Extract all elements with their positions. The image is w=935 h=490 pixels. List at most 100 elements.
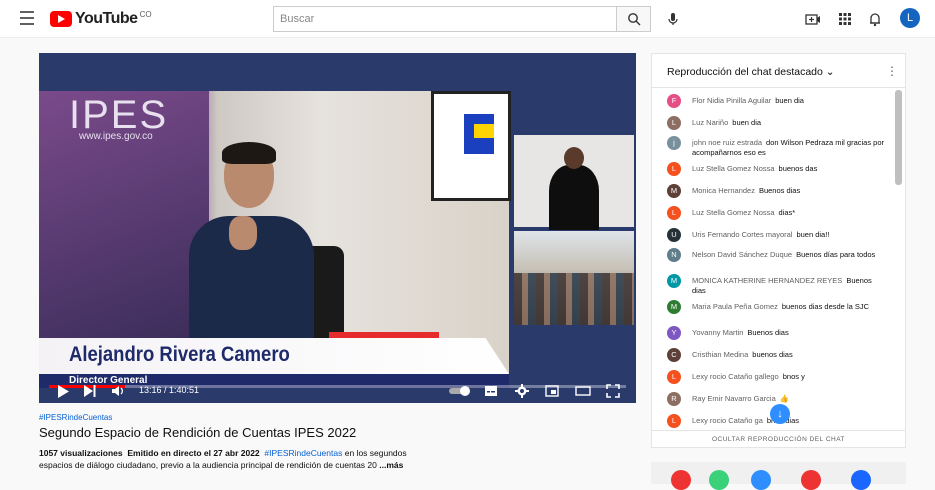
hide-chat-replay-button[interactable]: OCULTAR REPRODUCCIÓN DEL CHAT <box>652 430 905 448</box>
mic-icon <box>668 13 678 25</box>
notifications-button[interactable] <box>866 10 884 28</box>
video-description[interactable]: 1057 visualizaciones Emitido en directo … <box>39 447 419 471</box>
gear-icon <box>515 384 529 398</box>
thumb-shape <box>751 470 771 490</box>
chat-message-text: Buenos dias <box>747 328 789 337</box>
chat-mode-dropdown[interactable]: Reproducción del chat destacado ⌄ <box>667 66 835 78</box>
audience-view <box>514 231 634 325</box>
description-text-2: espacios de diálogo ciudadano, previo a … <box>39 460 377 470</box>
chat-author-name[interactable]: Monica Hernandez <box>692 186 755 195</box>
description-hashtag[interactable]: #IPESRindeCuentas <box>264 448 342 458</box>
next-icon <box>84 385 96 397</box>
chat-author-name[interactable]: Nelson David Sánchez Duque <box>692 250 792 259</box>
chat-message-text: buen dia <box>732 118 762 127</box>
avatar[interactable]: j <box>667 136 681 150</box>
chat-message-text: bnos y <box>782 372 805 381</box>
chat-message-body: Monica Hernandez Buenos dias <box>692 186 887 196</box>
autoplay-toggle[interactable] <box>449 385 473 399</box>
top-bar: YouTube CO Buscar L <box>0 0 935 38</box>
chat-author-name[interactable]: Uris Fernando Cortes mayoral <box>692 230 792 239</box>
account-avatar[interactable]: L <box>900 8 920 28</box>
chat-message-text: buenos das <box>778 164 818 173</box>
chat-author-name[interactable]: Luz Stella Gomez Nossa <box>692 164 775 173</box>
chat-more-options-icon[interactable]: ⋮ <box>886 64 898 78</box>
avatar[interactable]: M <box>667 274 681 288</box>
recommended-video-thumbnail[interactable] <box>651 462 906 490</box>
chat-message-text: buenos dias <box>752 350 793 359</box>
video-hashtag[interactable]: #IPESRindeCuentas <box>39 413 112 422</box>
thumb-shape <box>801 470 821 490</box>
play-button[interactable] <box>57 385 69 400</box>
lower-third-accent <box>329 332 439 338</box>
miniplayer-button[interactable] <box>545 384 559 400</box>
chat-message-body: MONICA KATHERINE HERNANDEZ REYES Buenos d… <box>692 276 887 296</box>
tv-monitor <box>431 91 511 201</box>
chat-title: Reproducción del chat destacado <box>667 66 823 78</box>
chat-author-name[interactable]: Maria Paula Peña Gomez <box>692 302 778 311</box>
chevron-down-icon: ⌄ <box>825 66 835 78</box>
chat-author-name[interactable]: Luz Stella Gomez Nossa <box>692 208 775 217</box>
arrow-down-icon: ↓ <box>777 408 783 420</box>
settings-button[interactable] <box>515 384 529 400</box>
chat-message-text: dias* <box>778 208 796 217</box>
player-controls: 13:16 / 1:40:51 <box>39 377 636 403</box>
miniplayer-icon <box>545 385 559 397</box>
play-logo-icon <box>50 11 72 27</box>
chat-message-body: Lexy rocio Cataño gallego bnos y <box>692 372 887 382</box>
chat-author-name[interactable]: Luz Nariño <box>692 118 728 127</box>
avatar[interactable]: L <box>667 370 681 384</box>
fullscreen-button[interactable] <box>606 384 620 400</box>
chat-author-name[interactable]: Flor Nidia Pinilla Aguilar <box>692 96 771 105</box>
chat-message-body: Uris Fernando Cortes mayoral buen dia!! <box>692 230 887 240</box>
chat-message-list[interactable]: F Flor Nidia Pinilla Aguilar buen dia L Luz … <box>652 90 892 428</box>
avatar[interactable]: M <box>667 184 681 198</box>
apps-button[interactable] <box>836 10 854 28</box>
scroll-to-bottom-button[interactable]: ↓ <box>770 404 790 424</box>
chat-author-name[interactable]: Lexy rocio Cataño ga <box>692 416 763 425</box>
search-input[interactable]: Buscar <box>273 6 617 32</box>
chat-message-body: Luz Stella Gomez Nossa buenos das <box>692 164 887 174</box>
chat-author-name[interactable]: Yovanny Martin <box>692 328 743 337</box>
chat-message-text: 👍 <box>779 394 790 403</box>
chat-message-body: Nelson David Sánchez Duque Buenos días pa… <box>692 250 887 260</box>
live-chat-replay: Reproducción del chat destacado ⌄ ⋮ F Flo… <box>651 53 906 448</box>
search-button[interactable] <box>616 6 651 32</box>
chat-message-body: Lexy rocio Cataño gabnos dias <box>692 416 887 426</box>
video-player[interactable]: IPES www.ipes.gov.co Alejandro Rivera Ca… <box>39 53 636 403</box>
chat-author-name[interactable]: john noe ruiz estrada <box>692 138 762 147</box>
avatar[interactable]: R <box>667 392 681 406</box>
avatar[interactable]: L <box>667 116 681 130</box>
show-more-link[interactable]: ...más <box>379 460 403 470</box>
avatar[interactable]: M <box>667 300 681 314</box>
thumb-shape <box>851 470 871 490</box>
chat-message-body: Flor Nidia Pinilla Aguilar buen dia <box>692 96 887 106</box>
chat-author-name[interactable]: MONICA KATHERINE HERNANDEZ REYES <box>692 276 842 285</box>
mic-button[interactable] <box>663 9 683 29</box>
avatar[interactable]: L <box>667 162 681 176</box>
ipes-sign-url: www.ipes.gov.co <box>79 131 153 142</box>
chat-message-body: Cristhian Medina buenos dias <box>692 350 887 360</box>
speaker <box>179 142 329 356</box>
subtitles-button[interactable] <box>484 384 498 400</box>
thumb-shape <box>709 470 729 490</box>
youtube-logo[interactable]: YouTube CO <box>50 9 152 29</box>
chat-author-name[interactable]: Cristhian Medina <box>692 350 748 359</box>
lower-third-name: Alejandro Rivera Camero <box>69 343 290 366</box>
next-button[interactable] <box>84 385 96 399</box>
avatar[interactable]: C <box>667 348 681 362</box>
avatar[interactable]: Y <box>667 326 681 340</box>
menu-icon[interactable] <box>20 11 36 25</box>
avatar[interactable]: L <box>667 206 681 220</box>
volume-button[interactable] <box>111 384 125 400</box>
bell-icon <box>870 13 880 27</box>
avatar[interactable]: N <box>667 248 681 262</box>
chat-scrollbar[interactable] <box>895 90 902 428</box>
chat-author-name[interactable]: Lexy rocio Cataño gallego <box>692 372 779 381</box>
chat-author-name[interactable]: Ray Emir Navarro Garcia <box>692 394 776 403</box>
time-display: 13:16 / 1:40:51 <box>139 385 200 395</box>
avatar[interactable]: F <box>667 94 681 108</box>
avatar[interactable]: L <box>667 414 681 428</box>
theater-mode-button[interactable] <box>575 384 591 400</box>
create-video-button[interactable] <box>804 10 822 28</box>
avatar[interactable]: U <box>667 228 681 242</box>
